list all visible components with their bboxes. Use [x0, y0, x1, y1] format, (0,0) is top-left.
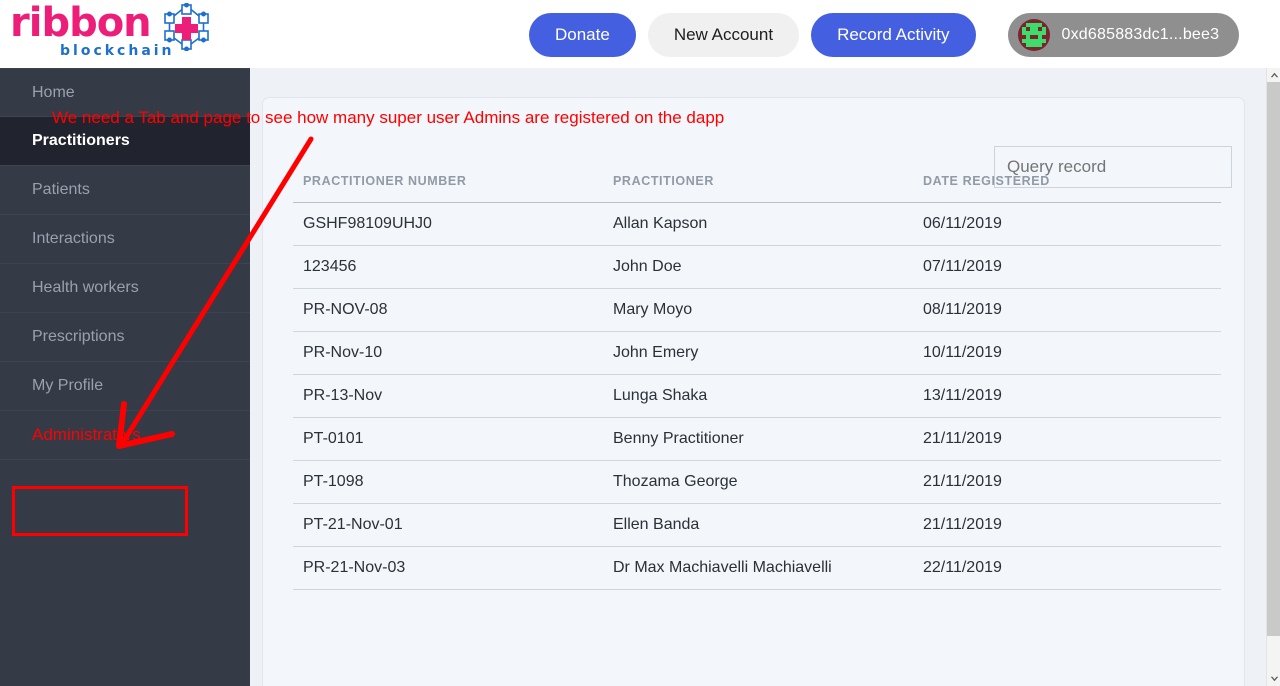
chevron-up-icon[interactable] — [1267, 68, 1280, 82]
cell-practitioner-number: PR-NOV-08 — [293, 288, 603, 332]
table-header-row: PRACTITIONER NUMBER PRACTITIONER DATE RE… — [293, 168, 1221, 203]
sidebar-item-label: Administrators — [32, 425, 141, 444]
cell-practitioner: John Doe — [603, 245, 913, 289]
cell-practitioner-number: PT-0101 — [293, 417, 603, 461]
sidebar-item-label: Patients — [32, 181, 90, 198]
sidebar-item-prescriptions[interactable]: Prescriptions — [0, 313, 250, 362]
cell-date-registered: 08/11/2019 — [913, 288, 1221, 332]
cell-date-registered: 21/11/2019 — [913, 503, 1221, 547]
top-bar: ribbon blockchain Donate New Account Rec… — [0, 0, 1280, 68]
sidebar-item-label: My Profile — [32, 377, 104, 394]
record-activity-button[interactable]: Record Activity — [811, 13, 976, 57]
table-row[interactable]: PT-1098 Thozama George 21/11/2019 — [293, 460, 1221, 504]
wallet-address-pill[interactable]: 0xd685883dc1...bee3 — [1007, 13, 1240, 57]
cell-practitioner: Thozama George — [603, 460, 913, 504]
table-row[interactable]: PT-21-Nov-01 Ellen Banda 21/11/2019 — [293, 503, 1221, 547]
practitioners-card: PRACTITIONER NUMBER PRACTITIONER DATE RE… — [262, 97, 1245, 686]
cell-date-registered: 21/11/2019 — [913, 417, 1221, 461]
cell-practitioner-number: PR-13-Nov — [293, 374, 603, 418]
cell-practitioner-number: PT-1098 — [293, 460, 603, 504]
sidebar-item-health-workers[interactable]: Health workers — [0, 264, 250, 313]
sidebar-item-label: Home — [32, 83, 75, 101]
column-header-date-registered[interactable]: DATE REGISTERED — [913, 168, 1221, 203]
table-body: GSHF98109UHJ0 Allan Kapson 06/11/2019 12… — [293, 202, 1221, 590]
app-root: ribbon blockchain Donate New Account Rec… — [0, 0, 1280, 686]
cell-practitioner: John Emery — [603, 331, 913, 375]
annotation-note-text: We need a Tab and page to see how many s… — [52, 108, 725, 127]
sidebar-item-label: Interactions — [32, 230, 115, 247]
page-scrollbar[interactable] — [1266, 68, 1280, 686]
sidebar-item-label: Practitioners — [32, 132, 130, 149]
practitioners-table: PRACTITIONER NUMBER PRACTITIONER DATE RE… — [293, 168, 1221, 590]
sidebar-item-my-profile[interactable]: My Profile — [0, 362, 250, 411]
cell-practitioner-number: 123456 — [293, 245, 603, 289]
cell-practitioner-number: GSHF98109UHJ0 — [293, 202, 603, 246]
cell-date-registered: 21/11/2019 — [913, 460, 1221, 504]
chevron-down-icon[interactable] — [1267, 672, 1280, 686]
cell-practitioner: Dr Max Machiavelli Machiavelli — [603, 546, 913, 590]
cell-practitioner: Mary Moyo — [603, 288, 913, 332]
table-row[interactable]: GSHF98109UHJ0 Allan Kapson 06/11/2019 — [293, 202, 1221, 246]
column-header-practitioner[interactable]: PRACTITIONER — [603, 168, 913, 203]
cell-date-registered: 13/11/2019 — [913, 374, 1221, 418]
sidebar-item-interactions[interactable]: Interactions — [0, 215, 250, 264]
cell-practitioner: Ellen Banda — [603, 503, 913, 547]
cell-practitioner: Lunga Shaka — [603, 374, 913, 418]
sidebar-item-administrators[interactable]: Administrators — [0, 411, 250, 460]
blockies-avatar-icon — [1017, 19, 1050, 51]
top-nav-actions: Donate New Account Record Activity 0xd68… — [529, 13, 1240, 57]
medical-cross-blockchain-icon — [160, 2, 216, 52]
table-row[interactable]: PR-13-Nov Lunga Shaka 13/11/2019 — [293, 374, 1221, 418]
wallet-address-text: 0xd685883dc1...bee3 — [1061, 26, 1220, 43]
cell-practitioner: Benny Practitioner — [603, 417, 913, 461]
sidebar-item-patients[interactable]: Patients — [0, 166, 250, 215]
table-row[interactable]: PR-21-Nov-03 Dr Max Machiavelli Machiave… — [293, 546, 1221, 590]
table-head: PRACTITIONER NUMBER PRACTITIONER DATE RE… — [293, 168, 1221, 203]
brand-logo-group[interactable]: ribbon blockchain — [8, 2, 218, 64]
cell-date-registered: 10/11/2019 — [913, 331, 1221, 375]
sidebar-item-label: Prescriptions — [32, 328, 125, 345]
table-row[interactable]: PT-0101 Benny Practitioner 21/11/2019 — [293, 417, 1221, 461]
table-row[interactable]: 123456 John Doe 07/11/2019 — [293, 245, 1221, 289]
cell-practitioner-number: PR-21-Nov-03 — [293, 546, 603, 590]
cell-date-registered: 22/11/2019 — [913, 546, 1221, 590]
main-content: PRACTITIONER NUMBER PRACTITIONER DATE RE… — [250, 68, 1266, 686]
scrollbar-thumb[interactable] — [1267, 82, 1280, 636]
donate-button[interactable]: Donate — [529, 13, 636, 57]
cell-date-registered: 07/11/2019 — [913, 245, 1221, 289]
new-account-button[interactable]: New Account — [647, 13, 800, 57]
cell-practitioner-number: PT-21-Nov-01 — [293, 503, 603, 547]
sidebar-item-label: Health workers — [32, 279, 139, 296]
table-row[interactable]: PR-Nov-10 John Emery 10/11/2019 — [293, 331, 1221, 375]
cell-practitioner-number: PR-Nov-10 — [293, 331, 603, 375]
cell-date-registered: 06/11/2019 — [913, 202, 1221, 246]
sidebar: Home Practitioners Patients Interactions… — [0, 68, 250, 686]
column-header-practitioner-number[interactable]: PRACTITIONER NUMBER — [293, 168, 603, 203]
cell-practitioner: Allan Kapson — [603, 202, 913, 246]
table-row[interactable]: PR-NOV-08 Mary Moyo 08/11/2019 — [293, 288, 1221, 332]
